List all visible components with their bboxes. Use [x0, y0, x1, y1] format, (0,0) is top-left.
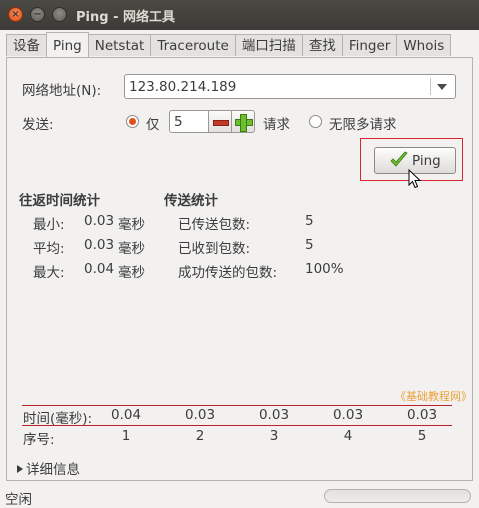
ping-button-label: Ping — [412, 153, 441, 169]
watermark-text: 《基础教程网》 — [395, 390, 472, 403]
success-label: 成功传送的包数: — [178, 265, 278, 281]
sent-label: 已传送包数: — [178, 217, 251, 233]
time-cell-1: 0.04 — [110, 407, 142, 423]
tab-finger[interactable]: Finger — [341, 34, 398, 56]
seq-cell-3: 3 — [269, 428, 279, 444]
title-bar: × − Ping - 网络工具 — [0, 0, 479, 30]
tab-lookup[interactable]: 查找 — [301, 34, 343, 56]
address-value[interactable]: 123.80.214.189 — [129, 79, 236, 95]
decrement-button[interactable] — [208, 110, 232, 133]
count-input[interactable]: 5 — [169, 110, 209, 133]
address-label: 网络地址(N): — [22, 83, 102, 99]
requests-label: 请求 — [263, 117, 290, 133]
seq-cell-1: 1 — [121, 428, 131, 444]
rtt-max-unit: 毫秒 — [118, 265, 145, 281]
status-text: 空闲 — [5, 492, 32, 508]
minus-icon — [213, 120, 229, 126]
rtt-max-label: 最大: — [33, 265, 65, 281]
success-value: 100% — [305, 261, 344, 277]
seq-cell-2: 2 — [195, 428, 205, 444]
window-title: Ping - 网络工具 — [76, 10, 175, 25]
sent-value: 5 — [305, 213, 314, 229]
details-label: 详细信息 — [26, 462, 80, 478]
check-icon — [390, 151, 408, 167]
tab-devices[interactable]: 设备 — [6, 34, 47, 56]
seq-label: 序号: — [23, 432, 55, 448]
increment-button[interactable] — [231, 110, 255, 133]
rtt-avg-label: 平均: — [33, 241, 65, 257]
rtt-min-unit: 毫秒 — [118, 217, 145, 233]
time-cell-5: 0.03 — [406, 407, 438, 423]
chevron-down-icon[interactable] — [437, 84, 447, 90]
rtt-min-value: 0.03 — [84, 213, 115, 229]
seq-cell-4: 4 — [343, 428, 353, 444]
time-cell-3: 0.03 — [258, 407, 290, 423]
tab-traceroute[interactable]: Traceroute — [150, 34, 236, 56]
rtt-max-value: 0.04 — [84, 261, 115, 277]
mouse-cursor-icon — [408, 169, 422, 189]
rtt-min-label: 最小: — [33, 217, 65, 233]
received-label: 已收到包数: — [178, 241, 251, 257]
maximize-icon[interactable] — [52, 7, 67, 22]
seq-cell-5: 5 — [417, 428, 427, 444]
transfer-title: 传送统计 — [164, 193, 218, 209]
rtt-avg-value: 0.03 — [84, 237, 115, 253]
expander-arrow-icon — [17, 465, 23, 473]
received-value: 5 — [305, 237, 314, 253]
only-label: 仅 — [146, 117, 160, 133]
tab-bar: 设备 Ping Netstat Traceroute 端口扫描 查找 Finge… — [6, 32, 452, 58]
progress-bar — [324, 489, 471, 503]
rtt-avg-unit: 毫秒 — [118, 241, 145, 257]
combo-separator — [430, 78, 431, 95]
unlimited-label: 无限多请求 — [329, 117, 397, 133]
plus-icon-vertical — [240, 114, 247, 132]
minimize-icon[interactable]: − — [30, 7, 45, 22]
results-bottom-line — [22, 425, 452, 426]
tab-ping[interactable]: Ping — [46, 32, 89, 57]
time-cell-2: 0.03 — [184, 407, 216, 423]
results-top-line — [22, 405, 452, 406]
count-value[interactable]: 5 — [174, 114, 183, 130]
time-cell-4: 0.03 — [332, 407, 364, 423]
time-label: 时间(毫秒): — [23, 411, 93, 427]
details-expander[interactable]: 详细信息 — [17, 458, 80, 478]
only-radio[interactable] — [126, 115, 139, 128]
unlimited-radio[interactable] — [309, 115, 322, 128]
rtt-title: 往返时间统计 — [19, 193, 100, 209]
close-icon[interactable]: × — [8, 7, 23, 22]
send-label: 发送: — [22, 117, 54, 133]
tab-port-scan[interactable]: 端口扫描 — [234, 34, 303, 56]
tab-whois[interactable]: Whois — [396, 34, 452, 56]
tab-netstat[interactable]: Netstat — [87, 34, 152, 56]
address-combo[interactable]: 123.80.214.189 — [124, 74, 456, 99]
